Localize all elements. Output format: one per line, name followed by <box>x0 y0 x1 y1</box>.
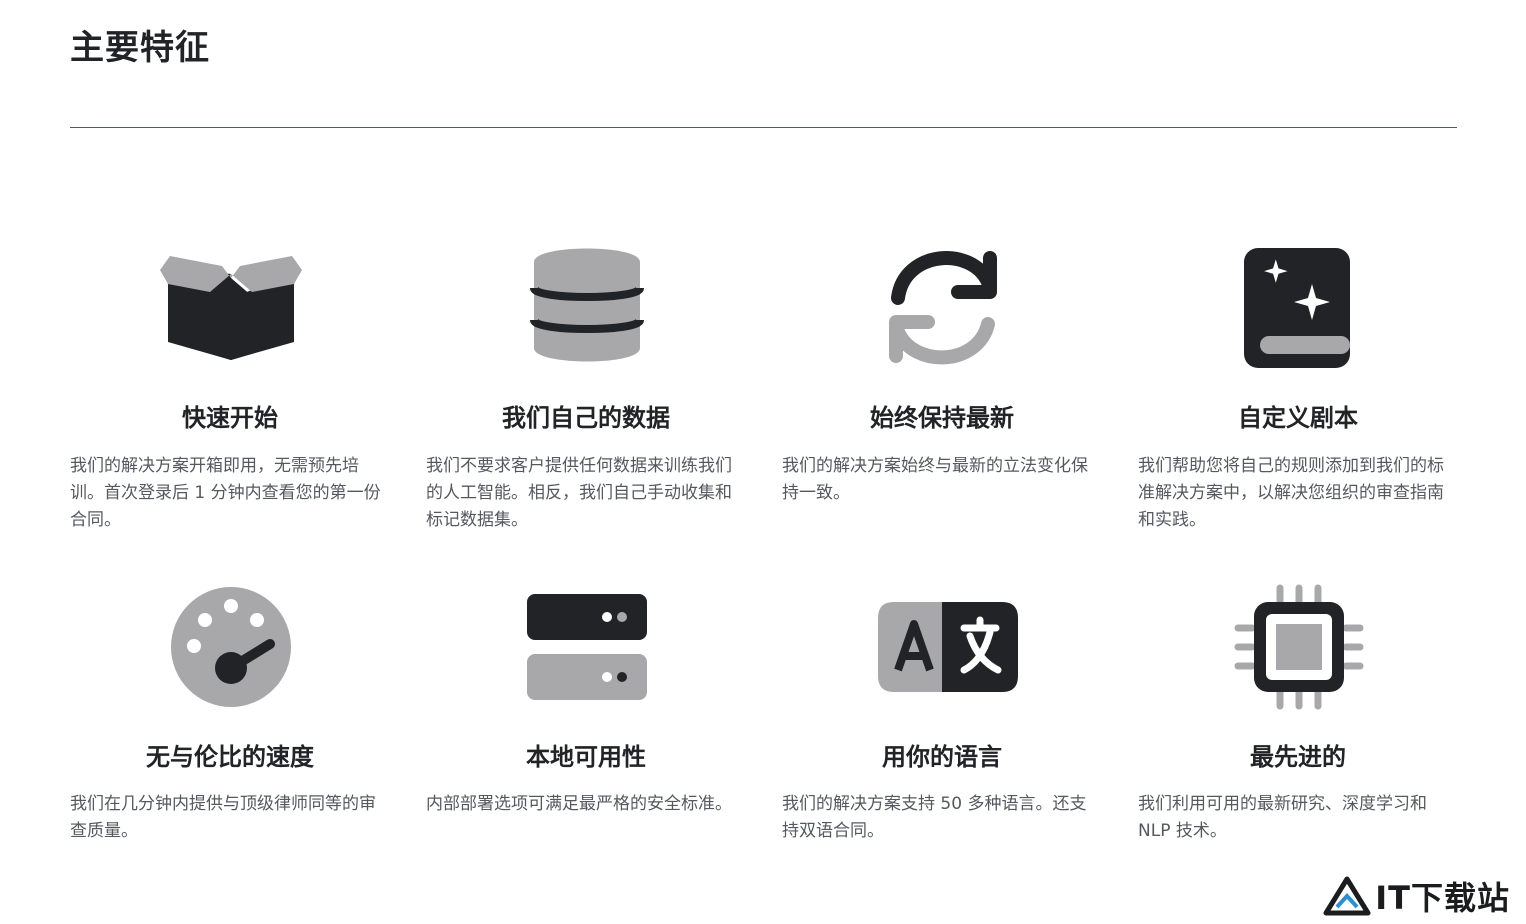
refresh-icon <box>868 240 1018 370</box>
speedometer-icon <box>156 582 306 712</box>
feature-title: 自定义剧本 <box>1238 404 1358 432</box>
feature-description: 我们的解决方案开箱即用，无需预先培训。首次登录后 1 分钟内查看您的第一份合同。 <box>70 456 381 530</box>
sparkle-book-icon <box>1224 240 1374 370</box>
watermark-logo-icon <box>1323 876 1371 916</box>
section-title: 主要特征 <box>70 28 210 68</box>
feature-card-on-premise: 本地可用性 内部部署选项可满足最严格的安全标准。 <box>426 582 746 852</box>
feature-card-quick-start: 快速开始 我们的解决方案开箱即用，无需预先培训。首次登录后 1 分钟内查看您的第… <box>70 240 390 550</box>
feature-description: 我们的解决方案始终与最新的立法变化保持一致。 <box>782 456 1088 503</box>
feature-title: 本地可用性 <box>526 743 646 771</box>
feature-description: 我们在几分钟内提供与顶级律师同等的审查质量。 <box>70 794 376 841</box>
feature-card-custom-playbook: 自定义剧本 我们帮助您将自己的规则添加到我们的标准解决方案中，以解决您组织的审查… <box>1138 240 1458 550</box>
watermark-text: IT下载站 <box>1375 879 1510 917</box>
box-icon <box>156 240 306 370</box>
database-icon <box>512 240 662 370</box>
cpu-chip-icon <box>1224 582 1374 712</box>
feature-title: 用你的语言 <box>882 743 1002 771</box>
feature-card-up-to-date: 始终保持最新 我们的解决方案始终与最新的立法变化保持一致。 <box>782 240 1102 550</box>
feature-card-advanced: 最先进的 我们利用可用的最新研究、深度学习和 NLP 技术。 <box>1138 582 1458 852</box>
feature-card-own-data: 我们自己的数据 我们不要求客户提供任何数据来训练我们的人工智能。相反，我们自己手… <box>426 240 746 550</box>
feature-title: 快速开始 <box>182 404 278 432</box>
feature-description: 我们不要求客户提供任何数据来训练我们的人工智能。相反，我们自己手动收集和标记数据… <box>426 456 732 530</box>
feature-description: 内部部署选项可满足最严格的安全标准。 <box>426 794 732 814</box>
server-icon <box>512 582 662 712</box>
feature-title: 我们自己的数据 <box>502 404 670 432</box>
feature-title: 最先进的 <box>1250 743 1346 771</box>
feature-description: 我们的解决方案支持 50 多种语言。还支持双语合同。 <box>782 794 1087 841</box>
feature-description: 我们帮助您将自己的规则添加到我们的标准解决方案中，以解决您组织的审查指南和实践。 <box>1138 456 1444 530</box>
divider <box>70 127 1457 128</box>
feature-description: 我们利用可用的最新研究、深度学习和 NLP 技术。 <box>1138 794 1427 841</box>
translate-icon <box>868 582 1018 712</box>
feature-card-languages: 用你的语言 我们的解决方案支持 50 多种语言。还支持双语合同。 <box>782 582 1102 852</box>
feature-title: 无与伦比的速度 <box>146 743 314 771</box>
watermark: IT下载站 <box>1323 874 1510 918</box>
feature-title: 始终保持最新 <box>870 404 1014 432</box>
feature-card-speed: 无与伦比的速度 我们在几分钟内提供与顶级律师同等的审查质量。 <box>70 582 390 852</box>
